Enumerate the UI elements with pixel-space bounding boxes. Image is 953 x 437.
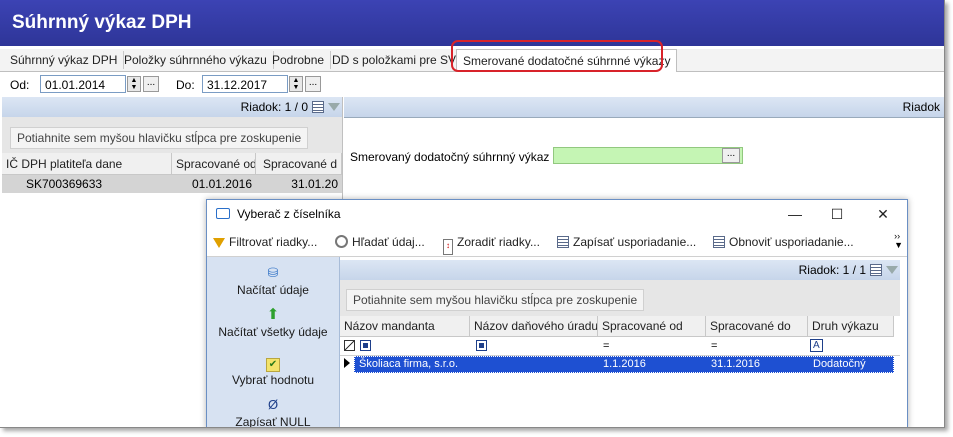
dialog-group-hint: Potiahnite sem myšou hlavičku stĺpca pre…	[346, 289, 645, 311]
search-label: Hľadať údaj...	[352, 235, 425, 249]
filter-do-symbol[interactable]: =	[706, 337, 717, 355]
dialog-title-bar: Vyberač z číselníka — ☐ ✕	[207, 200, 907, 228]
load-all-data-label: Načítať všetky údaje	[218, 325, 328, 339]
search-icon	[335, 235, 348, 248]
left-table-row[interactable]: SK700369633 01.01.2016 31.01.20	[2, 175, 342, 193]
restore-layout-icon	[713, 236, 725, 248]
load-all-data-button[interactable]: ⬆ Načítať všetky údaje	[207, 306, 339, 340]
checkmark-icon: ✔	[207, 355, 339, 372]
dialog-row-counter: Riadok: 1 / 1	[798, 263, 866, 277]
col-nazov-uradu[interactable]: Názov daňového úradu	[470, 316, 598, 337]
from-date-input[interactable]: 01.01.2014	[40, 75, 126, 93]
select-value-button[interactable]: ✔ Vybrať hodnotu	[207, 355, 339, 387]
filter-icon[interactable]	[328, 103, 340, 111]
col-spracovane-od[interactable]: Spracované od	[598, 316, 706, 337]
left-group-hint: Potiahnite sem myšou hlavičku stĺpca pre…	[10, 127, 309, 149]
right-panel-header: Riadok	[344, 97, 944, 118]
cell-spracovane-od: 1.1.2016	[603, 358, 646, 370]
dialog-app-icon	[216, 208, 230, 219]
toolbar-overflow-icon[interactable]: ›› ▼	[894, 232, 903, 250]
left-row-counter: Riadok: 1 / 0	[240, 100, 308, 114]
restore-layout-label: Obnoviť usporiadanie...	[729, 235, 854, 249]
load-all-icon: ⬆	[266, 306, 280, 323]
date-filter-bar: Od: 01.01.2014 ▲ ▼ ... Do: 31.12.2017 ▲ ▼ …	[0, 72, 944, 96]
filter-rows-label: Filtrovať riadky...	[229, 235, 318, 249]
filter-druh-symbol[interactable]: A	[810, 339, 823, 352]
save-layout-icon	[557, 236, 569, 248]
write-null-button[interactable]: Ø Zapísať NULL	[207, 397, 339, 428]
filter-urad-icon[interactable]	[476, 340, 487, 351]
col-druh-vykazu[interactable]: Druh výkazu	[808, 316, 894, 337]
dialog-grid: Riadok: 1 / 1 Potiahnite sem myšou hlavi…	[340, 257, 907, 427]
cell-urad	[471, 357, 599, 372]
close-icon[interactable]: ✕	[873, 204, 893, 224]
filter-mandant-icon[interactable]	[360, 340, 371, 351]
to-picker-button[interactable]: ...	[305, 76, 321, 92]
cell-druh: Dodatočný	[813, 358, 866, 370]
from-label: Od:	[10, 78, 30, 92]
smerovany-vykaz-input[interactable]: ...	[553, 147, 743, 164]
write-null-label: Zapísať NULL	[235, 415, 311, 428]
row-spracovane-od: 01.01.2016	[191, 177, 252, 191]
right-row-counter: Riadok	[902, 100, 940, 114]
minimize-icon[interactable]: —	[785, 204, 805, 224]
null-icon: Ø	[267, 397, 279, 412]
filter-od-symbol[interactable]: =	[598, 337, 609, 355]
clear-filter-icon[interactable]	[344, 340, 355, 351]
cell-mandant: Školiaca firma, s.r.o.	[359, 358, 459, 370]
filter-row: = = A	[340, 337, 900, 356]
to-label: Do:	[176, 78, 195, 92]
from-picker-button[interactable]: ...	[143, 76, 159, 92]
tab-podrobne[interactable]: Podrobne	[266, 51, 332, 69]
to-date-input[interactable]: 31.12.2017	[202, 75, 288, 93]
sort-icon: ↕	[443, 239, 453, 255]
to-spinner[interactable]: ▲ ▼	[289, 76, 303, 92]
smerovany-vykaz-picker[interactable]: ...	[722, 148, 740, 163]
restore-layout-button[interactable]: Obnoviť usporiadanie...	[713, 234, 854, 250]
table-row[interactable]: Školiaca firma, s.r.o. 1.1.2016 31.1.201…	[354, 356, 894, 373]
from-spinner[interactable]: ▲ ▼	[127, 76, 141, 92]
tab-dd-polozky[interactable]: DD s položkami pre SV	[326, 51, 464, 69]
filter-rows-button[interactable]: Filtrovať riadky...	[213, 234, 317, 250]
left-group-zone[interactable]: Potiahnite sem myšou hlavičku stĺpca pre…	[2, 117, 342, 153]
row-ic-dph: SK700369633	[26, 177, 103, 191]
dialog-toolbar: Filtrovať riadky... Hľadať údaj... ↕ Zora…	[207, 228, 907, 257]
left-col-ic-dph[interactable]: IČ DPH platiteľa dane	[2, 153, 172, 175]
selector-dialog: Vyberač z číselníka — ☐ ✕ Filtrovať riad…	[206, 199, 908, 428]
cell-spracovane-do: 31.1.2016	[711, 358, 760, 370]
filter-icon	[213, 238, 225, 248]
row-spracovane-do: 31.01.20	[291, 177, 338, 191]
columns-icon[interactable]	[312, 101, 324, 113]
maximize-icon[interactable]: ☐	[827, 204, 847, 224]
dialog-side-panel: ⛁ Načítať údaje ⬆ Načítať všetky údaje ✔…	[207, 257, 340, 428]
save-layout-button[interactable]: Zapísať usporiadanie...	[557, 234, 696, 250]
left-col-spracovane-do[interactable]: Spracované d	[256, 153, 342, 175]
select-value-label: Vybrať hodnotu	[231, 373, 315, 387]
smerovany-vykaz-label: Smerovaný dodatočný súhrnný výkaz	[350, 150, 550, 164]
window-title: Súhrnný výkaz DPH	[12, 12, 192, 33]
load-data-button[interactable]: ⛁ Načítať údaje	[207, 265, 339, 297]
tab-suhrnny-vykaz[interactable]: Súhrnný výkaz DPH	[4, 51, 125, 69]
dialog-title: Vyberač z číselníka	[237, 207, 341, 221]
search-button[interactable]: Hľadať údaj...	[335, 234, 425, 250]
dialog-grid-header: Riadok: 1 / 1	[340, 260, 900, 281]
load-icon: ⛁	[267, 265, 279, 280]
left-col-spracovane-od[interactable]: Spracované od	[172, 153, 256, 175]
highlight-box	[451, 40, 663, 72]
columns-icon[interactable]	[870, 264, 882, 276]
left-grid-header: Riadok: 1 / 0	[2, 97, 342, 118]
col-spracovane-do[interactable]: Spracované do	[706, 316, 808, 337]
save-layout-label: Zapísať usporiadanie...	[573, 235, 697, 249]
load-data-label: Načítať údaje	[237, 283, 309, 297]
main-window: Súhrnný výkaz DPH Súhrnný výkaz DPH Polo…	[0, 0, 945, 428]
col-nazov-mandanta[interactable]: Názov mandanta	[340, 316, 470, 337]
dialog-group-zone[interactable]: Potiahnite sem myšou hlavičku stĺpca pre…	[340, 280, 900, 316]
filter-icon[interactable]	[886, 266, 898, 274]
sort-rows-button[interactable]: ↕ Zoradiť riadky...	[443, 234, 540, 255]
row-indicator-icon	[344, 358, 350, 368]
tab-polozky[interactable]: Položky súhrnného výkazu	[118, 51, 274, 69]
sort-rows-label: Zoradiť riadky...	[457, 235, 540, 249]
